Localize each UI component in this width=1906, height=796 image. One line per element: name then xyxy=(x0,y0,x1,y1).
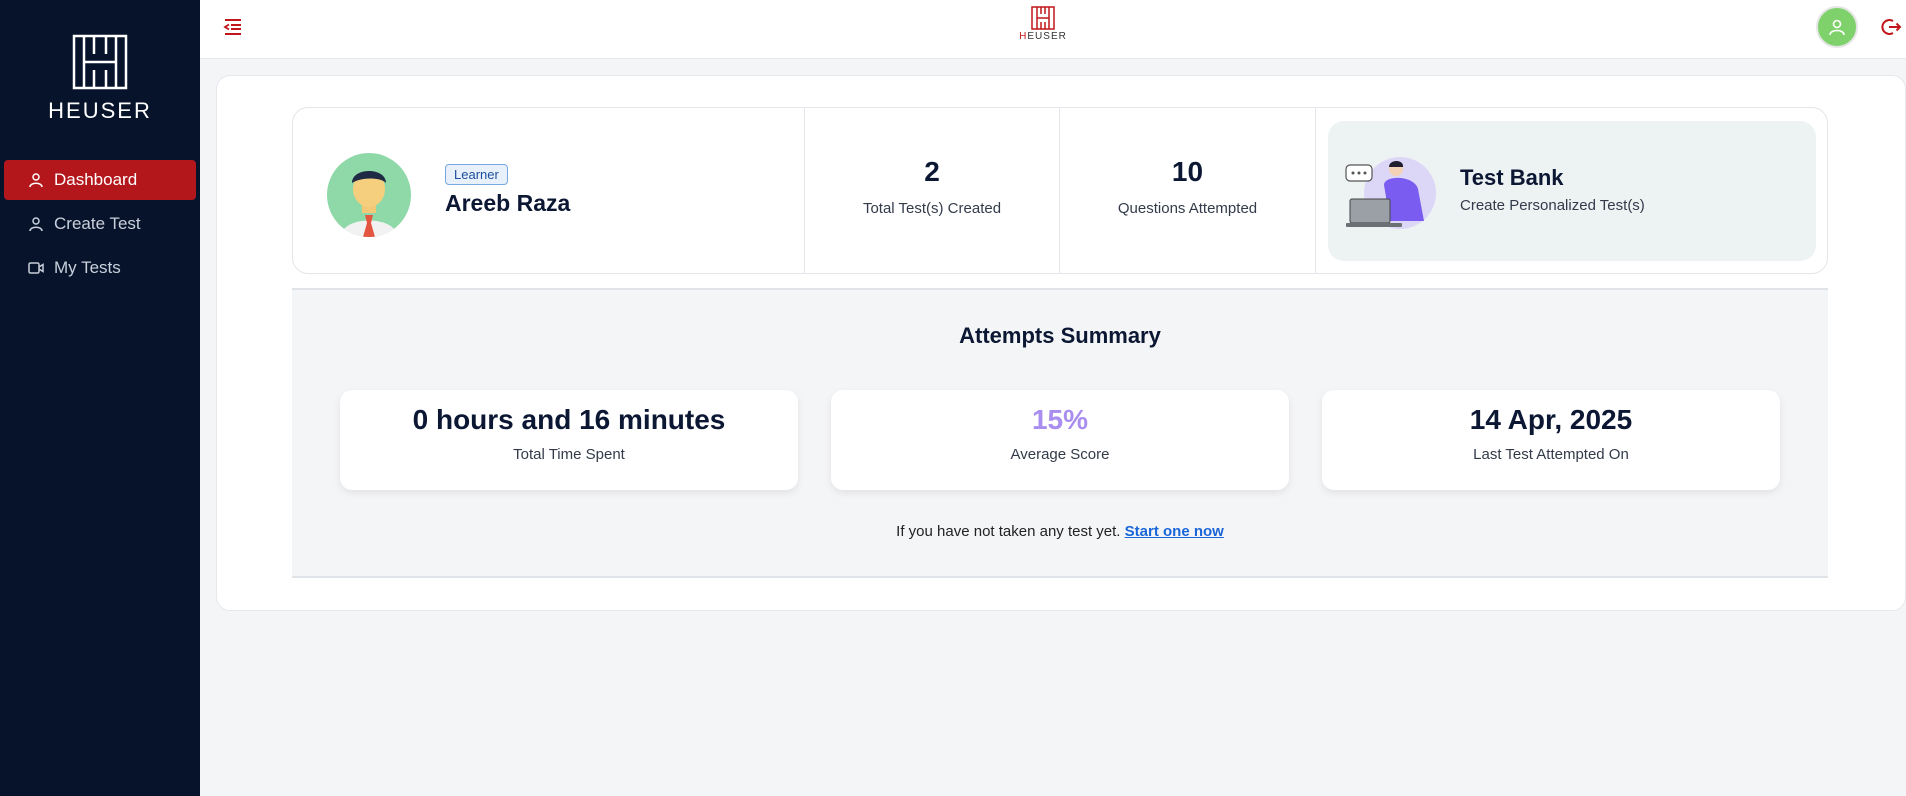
sidebar-item-label: Create Test xyxy=(54,214,141,233)
stat-label: Total Test(s) Created xyxy=(862,200,1002,217)
brand-logo[interactable]: HEUSER xyxy=(0,34,200,124)
menu-collapse-icon[interactable] xyxy=(222,16,244,38)
test-bank-title: Test Bank xyxy=(1460,165,1564,190)
stat-value: 10 xyxy=(1171,156,1204,187)
profile-card: Learner Areeb Raza 2 Total Test(s) Creat… xyxy=(292,107,1828,274)
test-bank-subtitle: Create Personalized Test(s) xyxy=(1460,197,1645,214)
video-icon xyxy=(28,260,44,276)
hint-text: If you have not taken any test yet. xyxy=(896,523,1121,540)
sidebar-item-create-test[interactable]: Create Test xyxy=(4,204,196,244)
start-one-now-link[interactable]: Start one now xyxy=(1125,523,1224,540)
heuser-logo-icon xyxy=(1031,6,1055,30)
summary-label: Total Time Spent xyxy=(513,446,625,463)
stat-label: Questions Attempted xyxy=(1117,200,1258,217)
sidebar-item-dashboard[interactable]: Dashboard xyxy=(4,160,196,200)
summary-card-last-attempt: 14 Apr, 2025 Last Test Attempted On xyxy=(1322,390,1780,490)
summary-value: 14 Apr, 2025 xyxy=(1469,404,1633,435)
summary-value: 0 hours and 16 minutes xyxy=(412,404,726,435)
attempts-summary: Attempts Summary 0 hours and 16 minutes … xyxy=(292,288,1828,578)
heuser-logo-icon xyxy=(72,34,128,90)
top-header: HEUSER xyxy=(200,0,1906,59)
summary-label: Last Test Attempted On xyxy=(1473,446,1629,463)
summary-card-score: 15% Average Score xyxy=(831,390,1289,490)
user-icon xyxy=(28,216,44,232)
sidebar-item-my-tests[interactable]: My Tests xyxy=(4,248,196,288)
header-logo[interactable]: HEUSER xyxy=(1018,6,1068,42)
header-logo-text: HEUSER xyxy=(1019,31,1067,42)
summary-label: Average Score xyxy=(1010,446,1110,463)
summary-card-time: 0 hours and 16 minutes Total Time Spent xyxy=(340,390,798,490)
test-bank-card[interactable]: Test Bank Create Personalized Test(s) xyxy=(1328,121,1816,261)
profile-avatar xyxy=(327,153,411,237)
stat-divider xyxy=(1315,108,1316,273)
person-laptop-illustration xyxy=(1344,155,1444,235)
user-icon xyxy=(1829,19,1845,36)
sidebar: HEUSER Dashboard Create Test My Tests xyxy=(0,0,200,796)
stat-questions-attempted: 10 Questions Attempted xyxy=(1059,108,1315,273)
role-badge: Learner xyxy=(445,164,508,185)
start-test-hint: If you have not taken any test yet. Star… xyxy=(292,523,1828,540)
user-icon xyxy=(28,172,44,188)
brand-name: HEUSER xyxy=(48,98,152,123)
stat-value: 2 xyxy=(924,156,940,187)
section-title: Attempts Summary xyxy=(959,323,1161,348)
sidebar-nav: Dashboard Create Test My Tests xyxy=(4,160,196,292)
user-avatar-button[interactable] xyxy=(1816,6,1858,48)
logout-icon[interactable] xyxy=(1880,16,1902,38)
stat-tests-created: 2 Total Test(s) Created xyxy=(804,108,1059,273)
sidebar-item-label: Dashboard xyxy=(54,170,138,189)
sidebar-item-label: My Tests xyxy=(54,258,121,277)
user-name: Areeb Raza xyxy=(445,190,571,216)
summary-value: 15% xyxy=(1031,404,1089,435)
